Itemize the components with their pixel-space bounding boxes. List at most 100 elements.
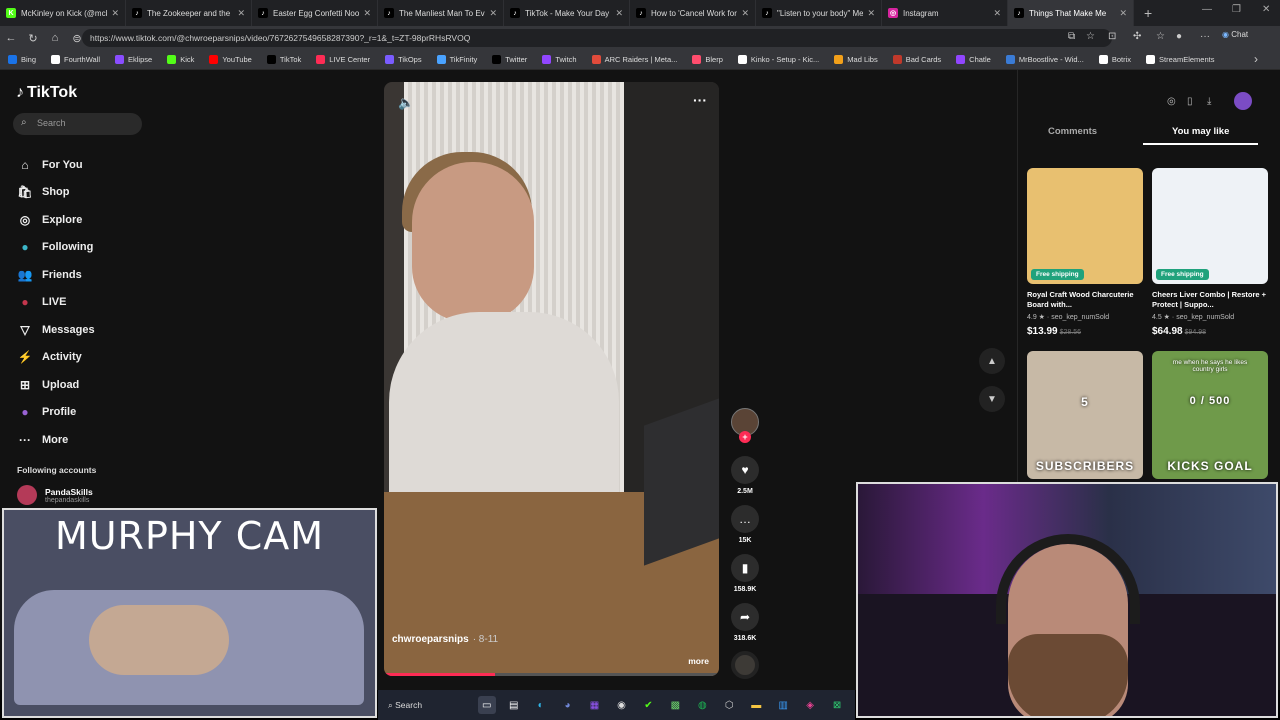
product-card[interactable]: Free shipping Cheers Liver Combo | Resto… (1152, 168, 1268, 337)
reload-icon[interactable]: ↻ (22, 32, 44, 45)
recommended-video-card[interactable]: 5 SUBSCRIBERS (1027, 351, 1143, 479)
game-app-icon[interactable]: ▩ (666, 696, 684, 714)
favorites-icon[interactable]: ☆ (1156, 31, 1165, 42)
close-icon[interactable]: ✕ (867, 8, 875, 19)
menu-dots-icon[interactable]: ··· (1200, 31, 1210, 42)
video-player[interactable]: 🔈 ··· chwroeparsnips · 8-11 more (384, 82, 719, 676)
user-avatar[interactable] (1234, 92, 1252, 110)
video-author[interactable]: chwroeparsnips · 8-11 (392, 634, 498, 645)
video-options-icon[interactable]: ··· (693, 92, 707, 108)
bookmark-item[interactable]: Bing (8, 55, 36, 64)
app-install-icon[interactable]: ⧉ (1068, 31, 1075, 42)
bookmark-item[interactable]: FourthWall (51, 55, 100, 64)
close-icon[interactable]: ✕ (993, 8, 1001, 19)
browser-tab[interactable]: K McKinley on Kick (@mckin ✕ (0, 0, 126, 26)
minimize-icon[interactable]: — (1202, 4, 1212, 15)
bookmark-item[interactable]: YouTube (209, 55, 252, 64)
bookmarks-overflow-chevron-icon[interactable]: › (1254, 52, 1258, 66)
edge-browser-icon[interactable]: ◐ (532, 696, 550, 714)
volume-icon[interactable]: 🔈 (398, 95, 414, 111)
bookmark-item[interactable]: Chatle (956, 55, 991, 64)
grid-app-icon[interactable]: ▦ (586, 696, 604, 714)
bookmark-star-icon[interactable]: ☆ (1086, 31, 1095, 42)
task-view-icon[interactable]: ▭ (477, 696, 496, 714)
back-arrow-icon[interactable]: ← (0, 32, 22, 44)
bookmark-item[interactable]: ARC Raiders | Meta... (591, 55, 677, 64)
notepad-icon[interactable]: ▥ (774, 696, 792, 714)
share-action[interactable]: ➦ 318.6K (731, 603, 759, 642)
sidebar-item-activity[interactable]: ⚡ Activity (16, 348, 82, 366)
photos-icon[interactable]: ◈ (801, 696, 819, 714)
close-icon[interactable]: ✕ (615, 8, 623, 19)
video-progress-bar[interactable] (384, 673, 719, 676)
follow-plus-button[interactable]: + (739, 431, 751, 443)
save-action[interactable]: ▮ 158.9K (731, 554, 759, 593)
browser-tab[interactable]: ♪ The Zookeeper and the Pa ✕ (126, 0, 252, 26)
address-bar[interactable]: https://www.tiktok.com/@chwroeparsnips/v… (82, 29, 1112, 47)
sidebar-item-for-you[interactable]: ⌂ For You (16, 156, 82, 174)
bookmark-item[interactable]: Bad Cards (892, 55, 941, 64)
previous-video-button[interactable]: ▲ (979, 348, 1005, 374)
bookmark-item[interactable]: Botrix (1098, 55, 1131, 64)
bookmark-item[interactable]: Blerp (692, 55, 723, 64)
sidebar-item-friends[interactable]: 👥 Friends (16, 266, 82, 284)
coin-icon[interactable]: ◎ (1167, 96, 1176, 107)
new-tab-icon[interactable]: + (1144, 5, 1152, 21)
comment-action[interactable]: … 15K (731, 505, 759, 544)
close-icon[interactable]: ✕ (489, 8, 497, 19)
file-icon[interactable]: ▤ (505, 696, 523, 714)
bookmark-item[interactable]: LIVE Center (316, 55, 370, 64)
bookmark-item[interactable]: Kinko - Setup - Kic... (737, 55, 819, 64)
following-account-item[interactable]: PandaSkills thepandaskills (17, 485, 93, 505)
bookmark-item[interactable]: TikFinity (436, 55, 477, 64)
home-icon[interactable]: ⌂ (44, 32, 66, 44)
close-icon[interactable]: ✕ (237, 8, 245, 19)
product-card[interactable]: Free shipping Royal Craft Wood Charcuter… (1027, 168, 1143, 337)
download-icon[interactable]: ⤓ (1207, 96, 1211, 107)
bookmark-item[interactable]: StreamElements (1146, 55, 1214, 64)
bookmark-item[interactable]: TikOps (385, 55, 422, 64)
obs-icon[interactable]: ◉ (613, 696, 631, 714)
sidebar-item-messages[interactable]: ▽ Messages (16, 321, 94, 339)
browser-tab[interactable]: ♪ Things That Make Me ✕ (1008, 0, 1134, 26)
close-icon[interactable]: ✕ (741, 8, 749, 19)
sidebar-item-shop[interactable]: 🛍 Shop (16, 183, 69, 201)
like-action[interactable]: ♥ 2.5M (731, 456, 759, 495)
spotify-icon[interactable]: ◍ (693, 696, 711, 714)
sidebar-item-explore[interactable]: ◎ Explore (16, 211, 83, 229)
maximize-icon[interactable]: ❐ (1232, 4, 1241, 15)
kick-app-icon[interactable]: ✔ (639, 696, 657, 714)
browser-tab[interactable]: ♪ How to 'Cancel Work for th ✕ (630, 0, 756, 26)
bookmark-item[interactable]: Twitch (542, 55, 577, 64)
folder-icon[interactable]: ▬ (747, 696, 765, 714)
sidebar-item-live[interactable]: ● LIVE (16, 293, 66, 311)
sidebar-item-upload[interactable]: ⊞ Upload (16, 376, 79, 394)
reading-view-icon[interactable]: ⊡ (1108, 31, 1116, 42)
tab-you-may-like[interactable]: You may like (1172, 126, 1229, 137)
discord-icon[interactable]: ◕ (559, 696, 577, 714)
profile-avatar-icon[interactable]: ● (1176, 31, 1182, 42)
bookmark-item[interactable]: Mad Libs (834, 55, 878, 64)
sidebar-item-following[interactable]: ● Following (16, 238, 93, 256)
close-icon[interactable]: ✕ (363, 8, 371, 19)
music-disc-icon[interactable] (731, 651, 759, 679)
browser-tab[interactable]: ♪ Easter Egg Confetti Noodl ✕ (252, 0, 378, 26)
taskbar-search[interactable]: ⌕ Search (388, 700, 478, 711)
bookmark-item[interactable]: Kick (167, 55, 194, 64)
browser-tab[interactable]: ♪ The Manliest Man To Ever ✕ (378, 0, 504, 26)
browser-tab[interactable]: ♪ TikTok - Make Your Day ✕ (504, 0, 630, 26)
more-description-button[interactable]: more (688, 656, 709, 666)
window-close-icon[interactable]: ✕ (1262, 4, 1270, 15)
bookmark-item[interactable]: TikTok (266, 55, 301, 64)
sidebar-item-more[interactable]: ··· More (16, 431, 68, 449)
next-video-button[interactable]: ▼ (979, 386, 1005, 412)
tab-comments[interactable]: Comments (1048, 126, 1097, 137)
browser-tab[interactable]: ◎ Instagram ✕ (882, 0, 1008, 26)
browser-tab[interactable]: ♪ "Listen to your body" Mem ✕ (756, 0, 882, 26)
xbox-icon[interactable]: ⊠ (828, 696, 846, 714)
bookmark-item[interactable]: MrBoostlive - Wid... (1005, 55, 1084, 64)
recommended-video-card[interactable]: me when he says he likes country girls 0… (1152, 351, 1268, 479)
steam-icon[interactable]: ⬡ (720, 696, 738, 714)
device-icon[interactable]: ▯ (1187, 96, 1193, 107)
close-icon[interactable]: ✕ (111, 8, 119, 19)
